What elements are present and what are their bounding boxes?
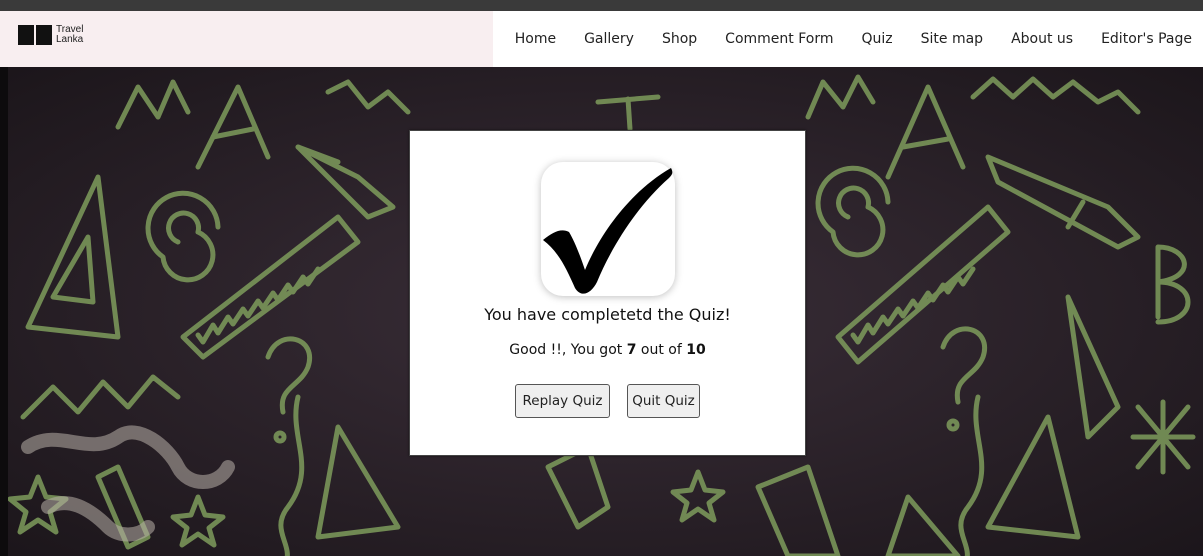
quiz-result-dialog: You have completetd the Quiz! Good !!, Y…: [409, 130, 806, 456]
checkmark-icon: [541, 162, 675, 296]
score-prefix: Good !!, You got: [509, 342, 627, 358]
score-total: 10: [686, 342, 706, 358]
nav-site-map[interactable]: Site map: [907, 31, 997, 47]
replay-quiz-button[interactable]: Replay Quiz: [515, 384, 610, 418]
nav-gallery[interactable]: Gallery: [570, 31, 648, 47]
quit-quiz-button[interactable]: Quit Quiz: [627, 384, 700, 418]
site-header: Travel Lanka Home Gallery Shop Comment F…: [0, 11, 1203, 67]
nav-quiz[interactable]: Quiz: [847, 31, 906, 47]
nav-about-us[interactable]: About us: [997, 31, 1087, 47]
score-mid: out of: [636, 342, 687, 358]
logo-text-line2: Lanka: [56, 34, 84, 45]
logo-text: Travel Lanka: [56, 25, 83, 45]
page: Travel Lanka Home Gallery Shop Comment F…: [0, 0, 1203, 556]
nav-editors-page[interactable]: Editor's Page: [1087, 31, 1203, 47]
logo-area: Travel Lanka: [0, 11, 493, 67]
result-title: You have completetd the Quiz!: [484, 305, 731, 324]
logo-mark-icon: [18, 25, 52, 45]
site-logo[interactable]: Travel Lanka: [18, 25, 83, 45]
result-score: Good !!, You got 7 out of 10: [410, 342, 805, 358]
top-border: [0, 0, 1203, 11]
nav-home[interactable]: Home: [501, 31, 570, 47]
nav-shop[interactable]: Shop: [648, 31, 711, 47]
nav-comment-form[interactable]: Comment Form: [711, 31, 847, 47]
score-value: 7: [626, 342, 637, 358]
main-nav: Home Gallery Shop Comment Form Quiz Site…: [501, 11, 1203, 67]
